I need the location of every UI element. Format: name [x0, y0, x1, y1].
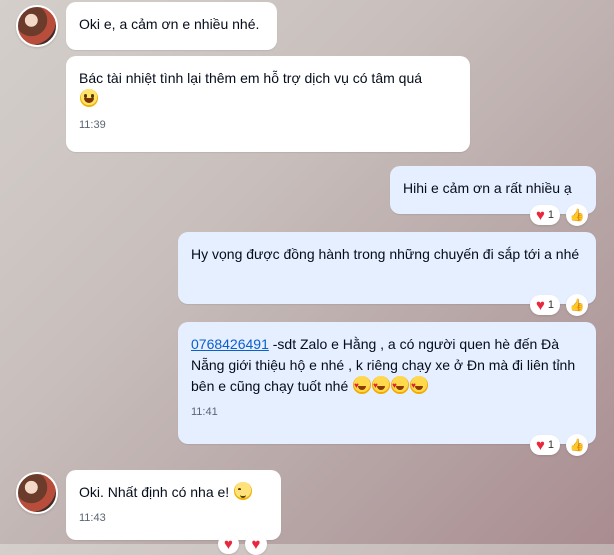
heart-icon: ♥	[536, 296, 545, 314]
reaction-count[interactable]: ♥ 1	[530, 435, 561, 455]
message-text: Oki e, a cảm ơn e nhiều nhé.	[79, 16, 260, 32]
like-icon[interactable]: 👍	[566, 204, 589, 226]
message-bubble[interactable]: Oki. Nhất định có nha e! 11:43	[66, 470, 281, 540]
message-time: 11:43	[79, 512, 106, 524]
message-text: Bác tài nhiệt tình lại thêm em hỗ trợ dị…	[79, 70, 423, 86]
heart-eyes-emoji	[372, 375, 391, 396]
message-text: Hihi e cảm ơn a rất nhiều ạ	[403, 180, 572, 196]
reaction-count[interactable]: ♥	[218, 534, 239, 554]
reaction-row: ♥ 1 👍	[530, 294, 589, 316]
message-text: Oki. Nhất định có nha e!	[79, 484, 230, 500]
reaction-number: 1	[547, 299, 555, 311]
message-time: 11:39	[79, 119, 106, 131]
reaction-count[interactable]: ♥ 1	[530, 205, 561, 225]
reaction-number: 1	[547, 439, 555, 451]
reaction-count[interactable]: ♥ 1	[530, 295, 561, 315]
blush-emoji	[234, 482, 253, 500]
heart-eyes-emoji	[410, 375, 429, 396]
message-bubble[interactable]: 0768426491 -sdt Zalo e Hằng , a có người…	[178, 322, 596, 444]
like-icon[interactable]: 👍	[566, 434, 589, 456]
avatar[interactable]	[16, 472, 58, 514]
message-bubble[interactable]: Bác tài nhiệt tình lại thêm em hỗ trợ dị…	[66, 56, 470, 152]
reaction-row: ♥ 1 👍	[530, 434, 589, 456]
message-time: 11:41	[191, 406, 218, 418]
phone-link[interactable]: 0768426491	[191, 336, 269, 352]
heart-icon[interactable]: ♥	[244, 533, 267, 555]
like-icon[interactable]: 👍	[566, 294, 589, 316]
message-text: Hy vọng được đồng hành trong những chuyế…	[191, 246, 580, 262]
reaction-row: ♥ 1 👍	[530, 204, 589, 226]
heart-eyes-emoji	[353, 375, 372, 396]
reaction-row: ♥ ♥	[218, 533, 267, 555]
reaction-number: 1	[547, 209, 555, 221]
heart-icon: ♥	[536, 206, 545, 224]
heart-icon: ♥	[536, 436, 545, 454]
avatar[interactable]	[16, 5, 58, 47]
smile-emoji	[80, 89, 98, 107]
heart-icon: ♥	[224, 535, 233, 553]
heart-eyes-emoji	[391, 375, 410, 396]
message-bubble[interactable]: Oki e, a cảm ơn e nhiều nhé.	[66, 2, 277, 50]
